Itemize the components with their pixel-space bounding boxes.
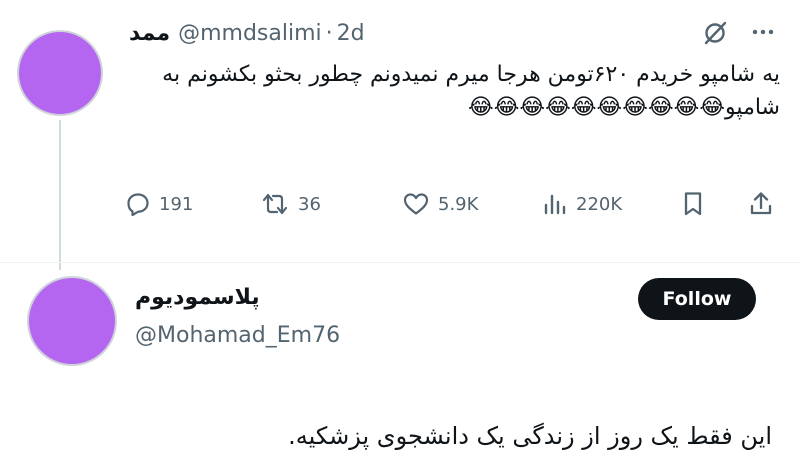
reply-icon <box>127 193 149 217</box>
grok-icon[interactable] <box>700 18 730 48</box>
tweet-text: یه شامپو خریدم ۶۲۰تومن هرجا میرم نمیدونم… <box>162 62 780 120</box>
reply-author-name[interactable]: پلاسمودیوم <box>135 285 260 310</box>
separator-dot: · <box>325 20 333 46</box>
views-count: 220K <box>576 193 623 215</box>
reply-button[interactable]: 191 <box>125 186 193 222</box>
retweet-button[interactable]: 36 <box>260 186 321 222</box>
bookmark-icon <box>684 192 702 216</box>
like-count: 5.9K <box>438 193 479 215</box>
follow-button[interactable]: Follow <box>638 278 756 320</box>
reply-author-avatar[interactable] <box>27 276 117 366</box>
more-icon[interactable] <box>748 20 778 44</box>
tweet-header: ممد @mmdsalimi · 2d <box>129 18 365 48</box>
heart-icon <box>403 193 429 215</box>
retweet-count: 36 <box>298 193 321 215</box>
like-button[interactable]: 5.9K <box>402 186 478 222</box>
views-icon <box>544 194 566 215</box>
reply-author-handle[interactable]: @Mohamad_Em76 <box>135 323 340 348</box>
bookmark-button[interactable] <box>681 186 705 222</box>
share-icon <box>750 192 772 215</box>
share-button[interactable] <box>748 186 774 222</box>
thread-line <box>59 120 61 270</box>
reply-count: 191 <box>159 193 194 215</box>
retweet-icon <box>262 193 288 215</box>
tweet-divider <box>0 262 800 263</box>
tweet-time[interactable]: 2d <box>337 21 365 46</box>
tweet-actions: 191 36 5.9K 220K <box>120 186 780 222</box>
author-handle[interactable]: @mmdsalimi <box>178 21 322 46</box>
author-name[interactable]: ممد <box>129 21 170 46</box>
views-button[interactable]: 220K <box>542 186 622 222</box>
author-avatar[interactable] <box>17 30 103 116</box>
reply-text: این فقط یک روز از زندگی یک دانشجوی پزشکی… <box>288 422 772 450</box>
